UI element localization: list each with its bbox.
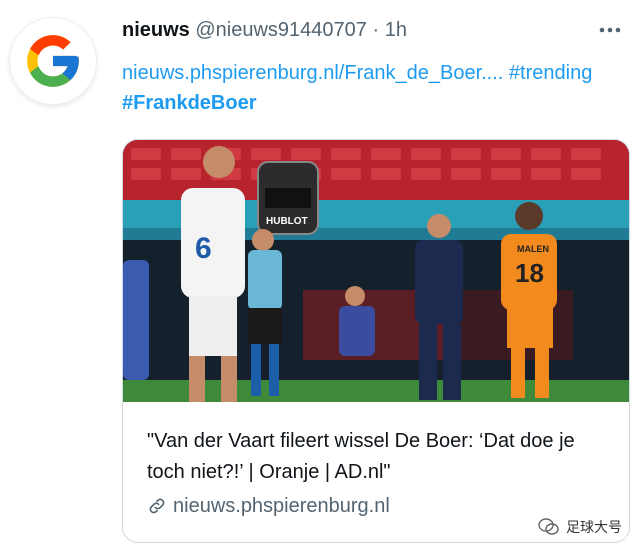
more-options-icon[interactable] xyxy=(598,22,622,38)
tweet-header: nieuws @nieuws91440707 · 1h xyxy=(122,16,407,44)
link-icon xyxy=(149,498,165,514)
avatar[interactable] xyxy=(10,18,96,104)
wechat-icon xyxy=(538,518,559,535)
card-image[interactable]: 6 HUBLOT MALEN 18 xyxy=(123,140,629,402)
player-right-number: 18 xyxy=(515,258,544,288)
hashtag-trending[interactable]: #trending xyxy=(509,62,592,84)
tweet-text: nieuws.phspierenburg.nl/Frank_de_Boer...… xyxy=(122,58,622,118)
author-handle[interactable]: @nieuws91440707 xyxy=(195,19,367,41)
card-domain-row[interactable]: nieuws.phspierenburg.nl xyxy=(147,492,390,520)
link-card[interactable]: 6 HUBLOT MALEN 18 "Van der Vaart fileert… xyxy=(122,139,630,543)
author-name[interactable]: nieuws xyxy=(122,19,190,41)
card-title[interactable]: "Van der Vaart fileert wissel De Boer: ‘… xyxy=(147,426,617,488)
player-left-number: 6 xyxy=(195,232,212,265)
google-g-logo-icon xyxy=(27,35,79,87)
hashtag-frankdeboer[interactable]: #FrankdeBoer xyxy=(122,92,257,114)
card-domain: nieuws.phspierenburg.nl xyxy=(173,494,390,517)
watermark-text: 足球大号 xyxy=(566,519,622,535)
board-brand: HUBLOT xyxy=(266,216,308,227)
player-right-name: MALEN xyxy=(517,244,549,254)
tweet-time[interactable]: 1h xyxy=(385,19,407,41)
watermark: 足球大号 xyxy=(534,515,626,539)
tweet-link[interactable]: nieuws.phspierenburg.nl/Frank_de_Boer...… xyxy=(122,62,503,84)
separator-dot: · xyxy=(372,19,380,41)
